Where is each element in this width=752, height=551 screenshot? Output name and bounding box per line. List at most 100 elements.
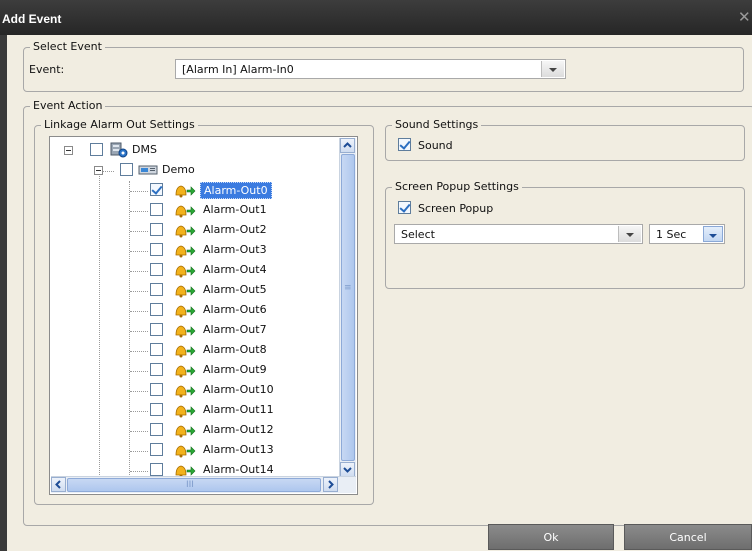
tree-label-alarm-out[interactable]: Alarm-Out12 <box>203 423 274 436</box>
event-action-legend: Event Action <box>33 99 103 112</box>
tree-label-alarm-out[interactable]: Alarm-Out14 <box>203 463 274 476</box>
vertical-scroll-thumb[interactable]: ≡ <box>341 154 355 461</box>
screen-popup-checkbox[interactable] <box>398 201 411 214</box>
tree-label-alarm-out[interactable]: Alarm-Out0 <box>200 182 272 199</box>
event-select-dropdown-button[interactable] <box>541 61 564 77</box>
alarm-bell-icon <box>175 245 196 258</box>
tree-connector <box>130 471 148 472</box>
screen-popup-checkbox-label[interactable]: Screen Popup <box>418 202 493 215</box>
tree-connector <box>130 311 148 312</box>
add-event-dialog: Add Event ✕ Select Event Event: [Alarm I… <box>0 0 752 551</box>
sound-checkbox[interactable] <box>398 138 411 151</box>
checkbox-alarm-out[interactable] <box>150 263 163 276</box>
tree-label-alarm-out[interactable]: Alarm-Out5 <box>203 283 267 296</box>
popup-target-select[interactable]: Select <box>394 224 643 244</box>
dialog-title: Add Event <box>2 12 62 26</box>
chevron-down-icon <box>549 68 557 72</box>
popup-duration-select[interactable]: 1 Sec <box>649 224 725 244</box>
checkbox-dms[interactable] <box>90 143 103 156</box>
alarm-bell-icon <box>175 425 196 438</box>
alarm-out-tree[interactable]: DMS Demo Alarm-Out0 Alarm-Out1 Alarm-Out2 Ala… <box>49 136 358 495</box>
scroll-up-button[interactable] <box>340 138 355 153</box>
close-icon[interactable]: ✕ <box>738 9 752 25</box>
tree-connector <box>130 271 148 272</box>
alarm-bell-icon <box>175 385 196 398</box>
tree-connector <box>130 431 148 432</box>
alarm-bell-icon <box>175 225 196 238</box>
tree-label-alarm-out[interactable]: Alarm-Out1 <box>203 203 267 216</box>
tree-label-alarm-out[interactable]: Alarm-Out6 <box>203 303 267 316</box>
alarm-bell-icon <box>175 205 196 218</box>
sound-checkbox-label[interactable]: Sound <box>418 139 453 152</box>
tree-connector <box>130 371 148 372</box>
sound-legend: Sound Settings <box>395 118 479 131</box>
tree-connector <box>130 411 148 412</box>
ok-button[interactable]: Ok <box>488 524 614 550</box>
server-icon <box>110 142 128 158</box>
scroll-down-button[interactable] <box>340 462 355 477</box>
checkbox-alarm-out[interactable] <box>150 463 163 476</box>
scroll-grip: ≡ <box>344 283 352 293</box>
scroll-right-button[interactable] <box>323 477 338 492</box>
alarm-bell-icon <box>175 325 196 338</box>
tree-label-alarm-out[interactable]: Alarm-Out13 <box>203 443 274 456</box>
alarm-bell-icon <box>175 365 196 378</box>
chevron-up-icon <box>343 142 352 148</box>
tree-label-alarm-out[interactable]: Alarm-Out8 <box>203 343 267 356</box>
tree-connector <box>130 191 148 192</box>
cancel-button[interactable]: Cancel <box>624 524 752 550</box>
scroll-left-button[interactable] <box>51 477 66 492</box>
event-select-value: [Alarm In] Alarm-In0 <box>182 63 294 76</box>
tree-label-alarm-out[interactable]: Alarm-Out2 <box>203 223 267 236</box>
alarm-bell-icon <box>175 185 196 198</box>
tree-label-alarm-out[interactable]: Alarm-Out7 <box>203 323 267 336</box>
chevron-down-icon <box>709 234 717 238</box>
alarm-bell-icon <box>175 265 196 278</box>
tree-connector <box>130 391 148 392</box>
checkbox-alarm-out[interactable] <box>150 383 163 396</box>
checkbox-alarm-out[interactable] <box>150 283 163 296</box>
select-event-legend: Select Event <box>33 40 102 53</box>
checkbox-alarm-out[interactable] <box>150 403 163 416</box>
checkbox-alarm-out[interactable] <box>150 443 163 456</box>
checkbox-alarm-out[interactable] <box>150 423 163 436</box>
checkbox-demo[interactable] <box>120 163 133 176</box>
checkbox-alarm-out[interactable] <box>150 343 163 356</box>
tree-connector <box>130 251 148 252</box>
popup-duration-value: 1 Sec <box>656 228 687 241</box>
checkbox-alarm-out[interactable] <box>150 323 163 336</box>
checkbox-alarm-out[interactable] <box>150 303 163 316</box>
tree-vertical-scrollbar[interactable]: ≡ <box>339 138 356 477</box>
checkbox-alarm-out[interactable] <box>150 363 163 376</box>
event-select[interactable]: [Alarm In] Alarm-In0 <box>175 59 566 79</box>
tree-label-alarm-out[interactable]: Alarm-Out9 <box>203 363 267 376</box>
chevron-left-icon <box>55 480 61 489</box>
tree-connector <box>130 231 148 232</box>
checkbox-alarm-out[interactable] <box>150 183 163 196</box>
tree-horizontal-scrollbar[interactable]: III <box>51 476 356 493</box>
chevron-right-icon <box>328 480 334 489</box>
popup-target-dropdown-button[interactable] <box>618 226 641 242</box>
chevron-down-icon <box>626 233 634 237</box>
event-label: Event: <box>29 63 65 76</box>
tree-label-alarm-out[interactable]: Alarm-Out4 <box>203 263 267 276</box>
horizontal-scroll-thumb[interactable]: III <box>67 478 321 492</box>
window-left-border <box>0 35 7 551</box>
tree-label-alarm-out[interactable]: Alarm-Out3 <box>203 243 267 256</box>
checkbox-alarm-out[interactable] <box>150 243 163 256</box>
tree-expander-dms[interactable] <box>64 146 73 155</box>
tree-connector <box>130 351 148 352</box>
tree-label-alarm-out[interactable]: Alarm-Out10 <box>203 383 274 396</box>
title-bar[interactable]: Add Event ✕ <box>0 0 752 35</box>
alarm-bell-icon <box>175 345 196 358</box>
checkbox-alarm-out[interactable] <box>150 223 163 236</box>
tree-expander-demo[interactable] <box>94 166 103 175</box>
tree-label-alarm-out[interactable]: Alarm-Out11 <box>203 403 274 416</box>
device-group-icon <box>138 165 158 175</box>
alarm-bell-icon <box>175 405 196 418</box>
popup-duration-dropdown-button[interactable] <box>703 226 723 242</box>
checkbox-alarm-out[interactable] <box>150 203 163 216</box>
tree-label-dms[interactable]: DMS <box>132 143 157 156</box>
tree-label-demo[interactable]: Demo <box>162 163 195 176</box>
chevron-down-icon <box>343 467 352 473</box>
